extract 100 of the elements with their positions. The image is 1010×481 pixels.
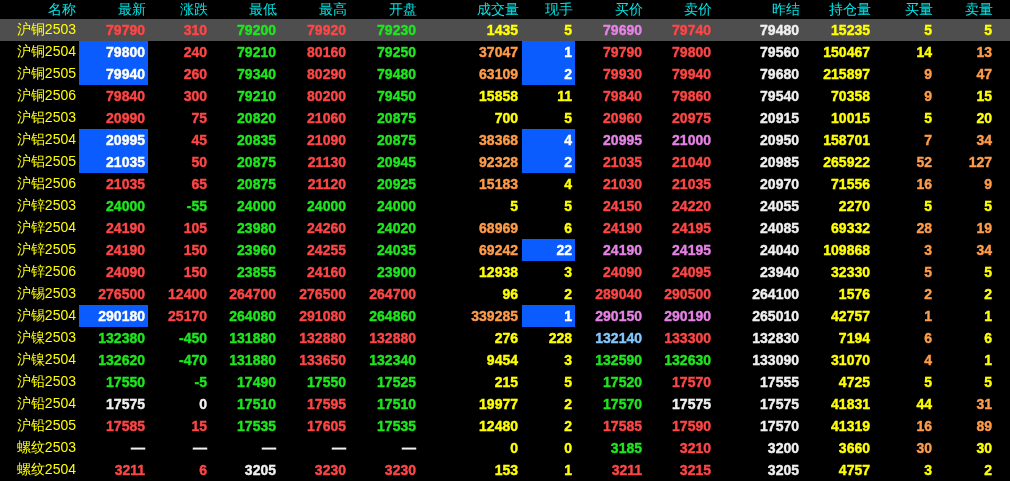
- table-cell-text: 96: [501, 285, 519, 304]
- table-cell-text: 158701: [822, 131, 871, 150]
- table-cell-text: 5: [563, 197, 573, 216]
- table-cell-text: 1: [923, 307, 933, 326]
- table-cell-text: 1: [983, 307, 993, 326]
- quote-row[interactable]: 螺纹2504 3211 6 3205 3230 3230 153 1 3211 3215 3205 4757 3 2: [0, 459, 1010, 481]
- table-cell-text: 228: [547, 329, 573, 348]
- table-cell-text: 23940: [759, 263, 800, 282]
- table-cell-text: —: [192, 439, 208, 458]
- quote-row[interactable]: 沪铅2503 17550 -5 17490 17550 17525 215 5 17520 17570 17555 4725 5 5: [0, 371, 1010, 393]
- quote-row[interactable]: 沪铝2504 20995 45 20835 21090 20875 38368 4 20995 21000 20950 158701 7 34: [0, 129, 1010, 151]
- quote-row[interactable]: 沪锌2506 24090 150 23855 24160 23900 12938 3 24090 24095 23940 32330 5 5: [0, 261, 1010, 283]
- table-cell-text: 17490: [236, 373, 277, 392]
- table-cell-text: 276: [493, 329, 519, 348]
- table-cell-text: 21060: [306, 109, 347, 128]
- quote-row[interactable]: 沪铜2506 79840 300 79210 80200 79450 15858 11 79840 79860 79540 70358 9 15: [0, 85, 1010, 107]
- quote-row[interactable]: 沪镍2503 132380 -450 131880 132880 132880 276 228 132140 133300 132830 7194 6 6: [0, 327, 1010, 349]
- table-cell-text: 132830: [751, 329, 800, 348]
- quote-row[interactable]: 沪铅2505 17585 15 17535 17605 17535 12480 2 17585 17590 17570 41319 16 89: [0, 415, 1010, 437]
- quote-row[interactable]: 沪锡2503 276500 12400 264700 276500 264700 96 2 289040 290500 264100 1576 2 2: [0, 283, 1010, 305]
- quote-row[interactable]: 沪铜2504 79800 240 79210 80160 79250 37047 1 79790 79800 79560 150467 14 13: [0, 41, 1010, 63]
- column-header[interactable]: 最高: [319, 1, 349, 18]
- table-cell-text: 5: [983, 21, 993, 40]
- table-cell-text: 31: [975, 395, 993, 414]
- table-cell-text: -55: [185, 197, 208, 216]
- table-cell-text: 79940: [671, 65, 712, 84]
- table-cell-text: 17535: [236, 417, 277, 436]
- quote-row[interactable]: 沪铅2504 17575 0 17510 17595 17510 19977 2 17570 17575 17575 41831 44 31: [0, 393, 1010, 415]
- quote-row[interactable]: 沪锌2504 24190 105 23980 24260 24020 68969 6 24190 24195 24085 69332 28 19: [0, 217, 1010, 239]
- quote-row[interactable]: 螺纹2503 — — — — — 0 0 3185 3210 3200 3660 30 30: [0, 437, 1010, 459]
- table-cell-text: 24000: [306, 197, 347, 216]
- table-cell-text: 20: [975, 109, 993, 128]
- table-cell-text: 5: [923, 197, 933, 216]
- quote-row[interactable]: 沪铝2505 21035 50 20875 21130 20945 92328 2 21035 21040 20985 265922 52 127: [0, 151, 1010, 173]
- column-header[interactable]: 开盘: [389, 1, 419, 18]
- column-header[interactable]: 名称: [48, 1, 78, 18]
- table-cell-text: 153: [493, 461, 519, 480]
- table-cell-text: 132340: [368, 351, 417, 370]
- table-cell-text: 9: [923, 65, 933, 84]
- quote-row[interactable]: 沪铝2506 21035 65 20875 21120 20925 15183 4 21030 21035 20970 71556 16 9: [0, 173, 1010, 195]
- column-header[interactable]: 涨跌: [180, 1, 210, 18]
- table-cell-text: 3660: [837, 439, 871, 458]
- table-cell-text: 3205: [243, 461, 277, 480]
- table-cell-text: 3210: [678, 439, 712, 458]
- quote-row[interactable]: 沪锡2504 290180 25170 264080 291080 264860 339285 1 290150 290190 265010 42757 1 1: [0, 305, 1010, 327]
- table-cell-text: 79210: [236, 43, 277, 62]
- table-cell-text: 21035: [602, 153, 643, 172]
- table-cell-text: 79480: [759, 21, 800, 40]
- table-cell-text: 17570: [602, 395, 643, 414]
- table-cell-text: 6: [923, 329, 933, 348]
- table-cell-text: 7194: [837, 329, 871, 348]
- table-cell-text: 23855: [236, 263, 277, 282]
- table-cell-text: 34: [975, 241, 993, 260]
- table-cell-text: 0: [563, 439, 573, 458]
- table-cell-text: 5: [923, 109, 933, 128]
- table-cell-text: 17520: [602, 373, 643, 392]
- table-cell-text: 300: [182, 87, 208, 106]
- table-cell-text: 30: [975, 439, 993, 458]
- contract-name: 沪铝2506: [16, 175, 77, 193]
- column-header[interactable]: 最低: [249, 1, 279, 18]
- column-header[interactable]: 昨结: [772, 1, 802, 18]
- table-cell-text: 24160: [306, 263, 347, 282]
- column-header[interactable]: 买价: [615, 1, 645, 18]
- table-cell-text: 2: [923, 285, 933, 304]
- table-cell-text: 21040: [671, 153, 712, 172]
- table-cell-text: 4: [563, 175, 573, 194]
- column-header[interactable]: 最新: [118, 1, 148, 18]
- table-cell-text: 21130: [306, 153, 347, 172]
- table-cell-text: 700: [493, 109, 519, 128]
- column-header[interactable]: 卖价: [684, 1, 714, 18]
- quote-row[interactable]: 沪铜2505 79940 260 79340 80290 79480 63109 2 79930 79940 79680 215897 9 47: [0, 63, 1010, 85]
- column-header[interactable]: 卖量: [965, 1, 995, 18]
- contract-name: 沪锌2506: [16, 263, 77, 281]
- table-cell-text: —: [331, 439, 347, 458]
- quote-row[interactable]: 沪铜2503 79790 310 79200 79920 79230 1435 5 79690 79740 79480 15235 5 5: [0, 19, 1010, 41]
- table-cell-text: 79920: [306, 21, 347, 40]
- table-cell-text: 52: [915, 153, 933, 172]
- quote-row[interactable]: 沪锌2503 24000 -55 24000 24000 24000 5 5 24150 24220 24055 2270 5 5: [0, 195, 1010, 217]
- column-header[interactable]: 买量: [905, 1, 935, 18]
- table-cell-text: 0: [509, 439, 519, 458]
- contract-name: 沪镍2503: [16, 329, 77, 347]
- column-header[interactable]: 现手: [545, 1, 575, 18]
- quote-row[interactable]: 沪镍2504 132620 -470 131880 133650 132340 9454 3 132590 132630 133090 31070 4 1: [0, 349, 1010, 371]
- table-cell-text: 7: [923, 131, 933, 150]
- table-cell: 79800: [79, 41, 148, 63]
- table-cell: 290180: [79, 305, 148, 327]
- table-cell-text: 150467: [822, 43, 871, 62]
- table-cell-text: 80160: [306, 43, 347, 62]
- table-cell-text: 79200: [236, 21, 277, 40]
- quote-row[interactable]: 沪铝2503 20990 75 20820 21060 20875 700 5 20960 20975 20915 10015 5 20: [0, 107, 1010, 129]
- column-header[interactable]: 成交量: [477, 1, 521, 18]
- table-cell-text: 3: [923, 241, 933, 260]
- table-cell-text: 1435: [485, 21, 519, 40]
- column-header[interactable]: 持仓量: [829, 1, 873, 18]
- table-cell-text: 17575: [671, 395, 712, 414]
- table-cell-text: 1: [563, 461, 573, 480]
- quote-row[interactable]: 沪锌2505 24190 150 23960 24255 24035 69242 22 24190 24195 24040 109868 3 34: [0, 239, 1010, 261]
- table-cell-text: 20995: [602, 131, 643, 150]
- table-cell-text: 30: [915, 439, 933, 458]
- table-cell-text: 127: [967, 153, 993, 172]
